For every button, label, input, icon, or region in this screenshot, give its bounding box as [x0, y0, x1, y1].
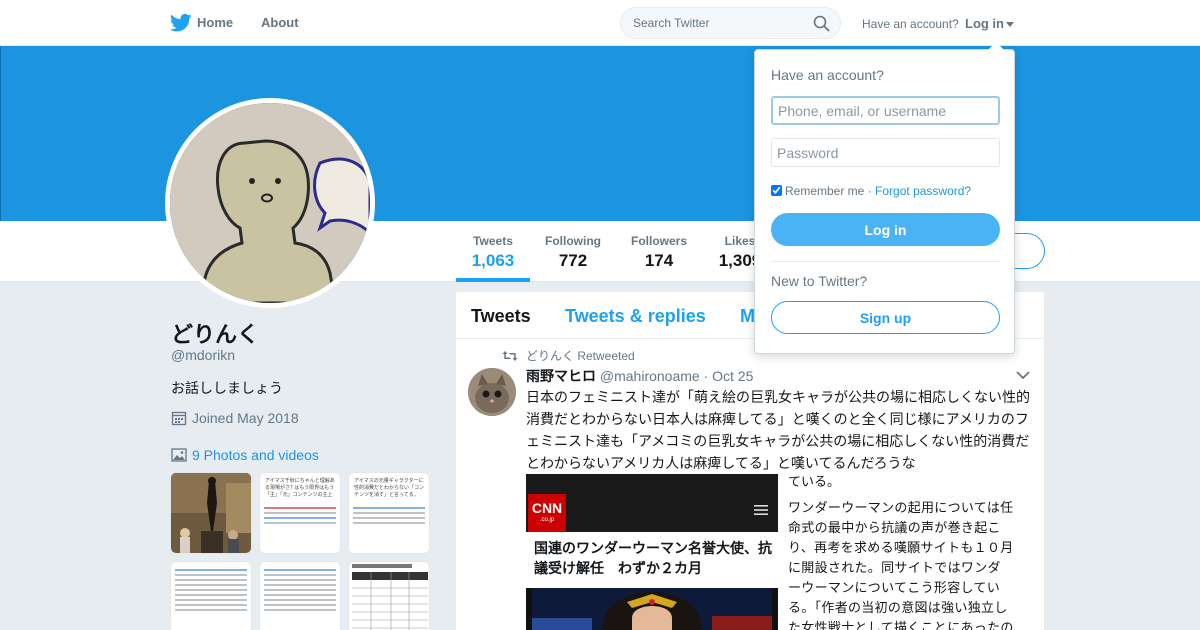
- dropdown-divider: [771, 261, 1000, 262]
- tab-media[interactable]: M: [740, 306, 755, 327]
- login-toggle-label: Log in: [965, 16, 1004, 31]
- tab-tweets[interactable]: Tweets: [471, 306, 531, 327]
- stat-value: 1,063: [471, 251, 515, 270]
- profile-avatar-frame: [165, 98, 375, 308]
- article-excerpt-paragraph: ワンダーウーマンの起用については任命式の最中から抗議の声が巻き起こり、再考を求め…: [788, 500, 1014, 630]
- statue-photo: [171, 473, 251, 553]
- remember-me-checkbox[interactable]: [771, 185, 782, 196]
- login-dropdown-title: Have an account?: [771, 67, 884, 83]
- thumbnail-text-lines: [260, 507, 340, 524]
- search-icon[interactable]: [813, 15, 830, 32]
- thumbnail-caption: アイマス千秋にちゃんと理解ある現場がさ? はもう限界はもう「主」「元」コンテンツ…: [265, 478, 335, 498]
- tweet-embedded-image[interactable]: CNN .co.jp 国連のワンダーウーマン名誉大使、抗議受け解任 わずか２カ月: [526, 474, 778, 630]
- retweet-context-text[interactable]: どりんく Retweeted: [526, 349, 635, 363]
- tweet-header: 雨野マヒロ @mahironoame · Oct 25: [526, 366, 753, 386]
- stat-tweets[interactable]: Tweets 1,063: [456, 221, 530, 282]
- stat-following[interactable]: Following 772: [538, 221, 608, 282]
- profile-name[interactable]: どりんく: [171, 317, 259, 349]
- photo-thumbnail[interactable]: [348, 561, 430, 630]
- photo-icon: [171, 448, 187, 462]
- wonder-woman-artwork: [532, 588, 772, 630]
- article-excerpt-line: ている。: [788, 474, 841, 489]
- thumbnail-text-lines: [171, 562, 251, 611]
- have-account-label: Have an account?: [862, 17, 959, 31]
- thumbnail-caption: アイマスの元量ギャラクターに性的消費だとわからない「コンテンツを消す」と言ってる…: [354, 478, 425, 498]
- tweet-timestamp[interactable]: Oct 25: [712, 368, 753, 384]
- chevron-down-icon[interactable]: [1016, 370, 1030, 380]
- thumbnail-text-lines: [349, 507, 429, 524]
- remember-separator: ·: [867, 184, 872, 198]
- tweet-text: 日本のフェミニスト達が「萌え絵の巨乳女キャラが公共の場に相応しくない性的消費だと…: [526, 389, 1030, 471]
- new-to-twitter-label: New to Twitter?: [771, 273, 868, 289]
- twitter-bird-icon[interactable]: [170, 13, 192, 33]
- remember-me-label[interactable]: Remember me: [785, 184, 864, 198]
- stat-value: 772: [558, 251, 588, 270]
- stat-label: Followers: [630, 234, 687, 248]
- login-submit-button[interactable]: Log in: [771, 213, 1000, 246]
- dropdown-caret: [988, 42, 1004, 50]
- cnn-logo-text: CNN: [531, 500, 563, 516]
- search-input[interactable]: [633, 16, 813, 30]
- joined-text: Joined May 2018: [192, 410, 299, 426]
- stat-label: Tweets: [473, 234, 513, 248]
- profile-bio: お話ししましょう: [171, 380, 283, 396]
- stat-label: Following: [545, 234, 601, 248]
- photos-videos-link[interactable]: 9 Photos and videos: [171, 447, 319, 463]
- remember-me-row: Remember me · Forgot password?: [771, 184, 971, 198]
- cnn-logo: CNN .co.jp: [528, 494, 566, 534]
- photo-thumbnail[interactable]: アイマス千秋にちゃんと理解ある現場がさ? はもう限界はもう「主」「元」コンテンツ…: [259, 472, 341, 554]
- tab-tweets-replies[interactable]: Tweets & replies: [565, 306, 706, 327]
- nav-home-link[interactable]: Home: [197, 15, 233, 30]
- stat-value: 174: [644, 251, 674, 270]
- search-box: [620, 7, 841, 39]
- username-input[interactable]: [771, 96, 1000, 125]
- joined-date: Joined May 2018: [171, 410, 299, 426]
- table-image: [349, 562, 429, 630]
- tweet-timestamp-separator: ·: [703, 368, 709, 384]
- calendar-icon: [171, 411, 187, 426]
- top-navigation: Home About Have an account? Log in: [0, 0, 1200, 46]
- photo-thumbnail[interactable]: [170, 472, 252, 554]
- password-input[interactable]: [771, 138, 1000, 167]
- profile-avatar[interactable]: [170, 103, 370, 303]
- login-dropdown: Have an account? Remember me · Forgot pa…: [754, 42, 1015, 354]
- tweet-author-avatar[interactable]: [468, 368, 516, 416]
- photos-videos-label: 9 Photos and videos: [192, 447, 319, 463]
- article-headline: 国連のワンダーウーマン名誉大使、抗議受け解任 わずか２カ月: [534, 540, 772, 576]
- thumbnail-text-lines: [260, 562, 340, 611]
- retweet-context: どりんく Retweeted: [502, 347, 635, 364]
- cnn-logo-sub: .co.jp: [539, 517, 555, 523]
- photo-thumbnail[interactable]: アイマスの元量ギャラクターに性的消費だとわからない「コンテンツを消す」と言ってる…: [348, 472, 430, 554]
- tweet-author-name[interactable]: 雨野マヒロ: [526, 368, 596, 384]
- nav-about-link[interactable]: About: [261, 15, 299, 30]
- article-excerpt: ている。 ワンダーウーマンの起用については任命式の最中から抗議の声が巻き起こり、…: [788, 472, 1014, 630]
- signup-button[interactable]: Sign up: [771, 301, 1000, 334]
- kitten-photo: [468, 368, 516, 416]
- profile-handle[interactable]: @mdorikn: [171, 347, 235, 363]
- hamburger-menu-icon: [754, 505, 768, 515]
- caret-down-icon: [1006, 22, 1014, 28]
- forgot-password-link[interactable]: Forgot password?: [875, 184, 971, 198]
- tweet-author-handle[interactable]: @mahironoame: [600, 368, 700, 384]
- avatar-drawing: [170, 103, 370, 303]
- stat-followers[interactable]: Followers 174: [624, 221, 694, 282]
- photo-thumbnail[interactable]: [259, 561, 341, 630]
- retweet-icon: [502, 351, 518, 361]
- login-dropdown-toggle[interactable]: Log in: [965, 16, 1014, 31]
- photo-thumbnail[interactable]: [170, 561, 252, 630]
